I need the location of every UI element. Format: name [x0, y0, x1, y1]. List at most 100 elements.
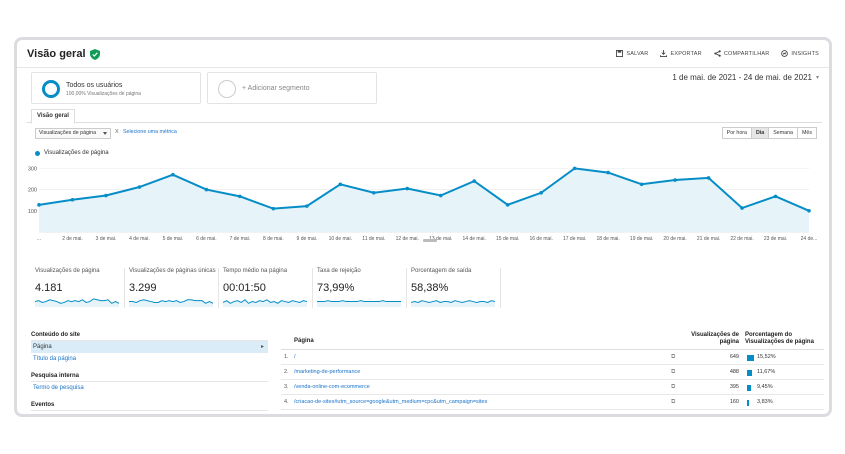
data-point[interactable]: [204, 187, 209, 192]
data-point[interactable]: [673, 178, 677, 182]
data-point[interactable]: [438, 193, 443, 198]
verified-shield-icon: [89, 48, 100, 60]
data-point[interactable]: [606, 170, 610, 175]
data-point[interactable]: [338, 182, 343, 187]
metric-select[interactable]: Visualizações de página: [35, 128, 111, 139]
data-point[interactable]: [505, 203, 510, 207]
x-tick-label: 20 de mai.: [663, 236, 686, 242]
tab-overview[interactable]: Visão geral: [31, 109, 75, 124]
add-segment-label: + Adicionar segmento: [242, 85, 310, 92]
period-day[interactable]: Dia: [751, 127, 770, 139]
y-tick-label: 100: [28, 209, 37, 215]
data-point[interactable]: [37, 203, 41, 207]
page-link[interactable]: /marketing-de-performance: [294, 365, 360, 380]
data-point[interactable]: [639, 182, 644, 187]
column-page[interactable]: Página: [294, 338, 314, 344]
save-icon: [616, 50, 624, 57]
export-button[interactable]: EXPORTAR: [660, 50, 702, 57]
data-point[interactable]: [137, 185, 142, 189]
kpi-pageviews[interactable]: Visualizações de página 4.181: [31, 268, 125, 308]
open-link-icon[interactable]: ⧉: [671, 354, 677, 360]
period-hour[interactable]: Por hora: [721, 127, 752, 139]
data-point[interactable]: [572, 166, 577, 171]
data-point[interactable]: [371, 190, 376, 195]
page-link[interactable]: /venda-online-com-ecommerce: [294, 380, 370, 395]
share-button[interactable]: COMPARTILHAR: [714, 50, 770, 57]
x-tick-label: 8 de mai.: [263, 236, 284, 242]
table-header: Página Visualizações de página Porcentag…: [281, 330, 824, 350]
segment-all-users[interactable]: Todos os usuários 100,00% Visualizações …: [31, 72, 201, 104]
page-link[interactable]: /criacao-de-sites#utm_source=google&utm_…: [294, 395, 487, 410]
data-point[interactable]: [773, 194, 778, 199]
kpi-sparkline: [223, 299, 307, 307]
period-month[interactable]: Mês: [796, 127, 817, 139]
date-range-picker[interactable]: 1 de mai. de 2021 - 24 de mai. de 2021 ▾: [672, 73, 819, 82]
select-metric-link[interactable]: Selecione uma métrica: [123, 129, 177, 135]
kpi-sparkline: [35, 298, 119, 307]
open-link-icon[interactable]: ⧉: [671, 369, 677, 375]
pages-table: Página Visualizações de página Porcentag…: [281, 330, 824, 410]
y-tick-label: 200: [28, 188, 37, 194]
segment-name: Todos os usuários: [66, 82, 123, 89]
data-point[interactable]: [706, 176, 711, 180]
analytics-window: Visão geral SALVAR EXPORTAR COMPARTILHAR: [14, 37, 832, 417]
kpi-avg-time[interactable]: Tempo médio na página 00:01:50: [219, 268, 313, 308]
x-tick-label: 17 de mai.: [563, 236, 586, 242]
kpi-bounce-rate[interactable]: Taxa de rejeição 73,99%: [313, 268, 407, 308]
column-percent[interactable]: Porcentagem do Visualizações de página: [745, 332, 825, 346]
page-title: Visão geral: [27, 48, 100, 60]
data-point[interactable]: [539, 190, 543, 195]
insights-button[interactable]: INSIGHTS: [781, 50, 819, 57]
open-link-icon[interactable]: ⧉: [671, 399, 677, 405]
sidebar-heading-site-content: Conteúdo do site: [31, 330, 268, 341]
data-point[interactable]: [70, 197, 75, 202]
kpi-exit-rate[interactable]: Porcentagem de saída 58,38%: [407, 268, 501, 308]
vs-separator: X: [115, 129, 119, 135]
kpi-row: Visualizações de página 4.181 Visualizaç…: [31, 268, 501, 308]
data-point[interactable]: [305, 204, 309, 208]
data-point[interactable]: [807, 208, 811, 213]
x-tick-label: 9 de mai.: [297, 236, 318, 242]
header-actions: SALVAR EXPORTAR COMPARTILHAR INSIGHTS: [616, 50, 819, 57]
sidebar-item-page-title[interactable]: Título da página: [31, 353, 268, 365]
column-pageviews[interactable]: Visualizações de página: [687, 332, 739, 346]
data-point[interactable]: [472, 179, 477, 183]
x-tick-label: 14 de mai.: [463, 236, 486, 242]
data-point[interactable]: [405, 186, 410, 191]
table-row: 1. / ⧉ 649 15,52%: [281, 350, 824, 365]
sidebar-item-page[interactable]: Página: [31, 341, 268, 353]
x-tick-label: 2 de mai.: [62, 236, 83, 242]
x-tick-label: ...: [37, 236, 41, 242]
x-tick-label: 7 de mai.: [230, 236, 251, 242]
data-point[interactable]: [271, 206, 276, 211]
data-point[interactable]: [171, 172, 175, 177]
insights-icon: [781, 50, 789, 57]
x-tick-label: 22 de mai.: [730, 236, 753, 242]
x-tick-label: 18 de mai.: [596, 236, 619, 242]
share-icon: [714, 50, 721, 57]
period-week[interactable]: Semana: [768, 127, 798, 139]
x-tick-label: 21 de mai.: [697, 236, 720, 242]
add-segment-ring-icon: [218, 80, 236, 98]
data-point[interactable]: [740, 206, 744, 210]
data-point[interactable]: [238, 194, 242, 199]
period-selector: Por hora Dia Semana Mês: [721, 127, 817, 139]
chart-resize-handle[interactable]: [423, 239, 437, 242]
tab-bar: Visão geral: [27, 108, 822, 124]
percent-bar: [747, 400, 749, 406]
dropdown-arrow-icon: [103, 132, 107, 135]
sidebar-item-search-term[interactable]: Termo de pesquisa: [31, 382, 268, 394]
dimension-sidebar: Conteúdo do site Página Título da página…: [31, 330, 268, 411]
percent-bar: [747, 355, 754, 361]
save-button[interactable]: SALVAR: [616, 50, 648, 57]
x-tick-label: 3 de mai.: [96, 236, 117, 242]
data-point[interactable]: [104, 193, 108, 198]
open-link-icon[interactable]: ⧉: [671, 384, 677, 390]
x-tick-label: 11 de mai.: [362, 236, 385, 242]
page-link[interactable]: /: [294, 350, 296, 365]
add-segment-button[interactable]: + Adicionar segmento: [207, 72, 377, 104]
kpi-sparkline: [411, 300, 495, 307]
kpi-unique-pageviews[interactable]: Visualizações de páginas únicas 3.299: [125, 268, 219, 308]
pageviews-chart: 100 200 300... 2 de mai. 3 de mai. 4 de mai. 5…: [28, 166, 818, 242]
x-tick-label: 10 de mai.: [329, 236, 352, 242]
